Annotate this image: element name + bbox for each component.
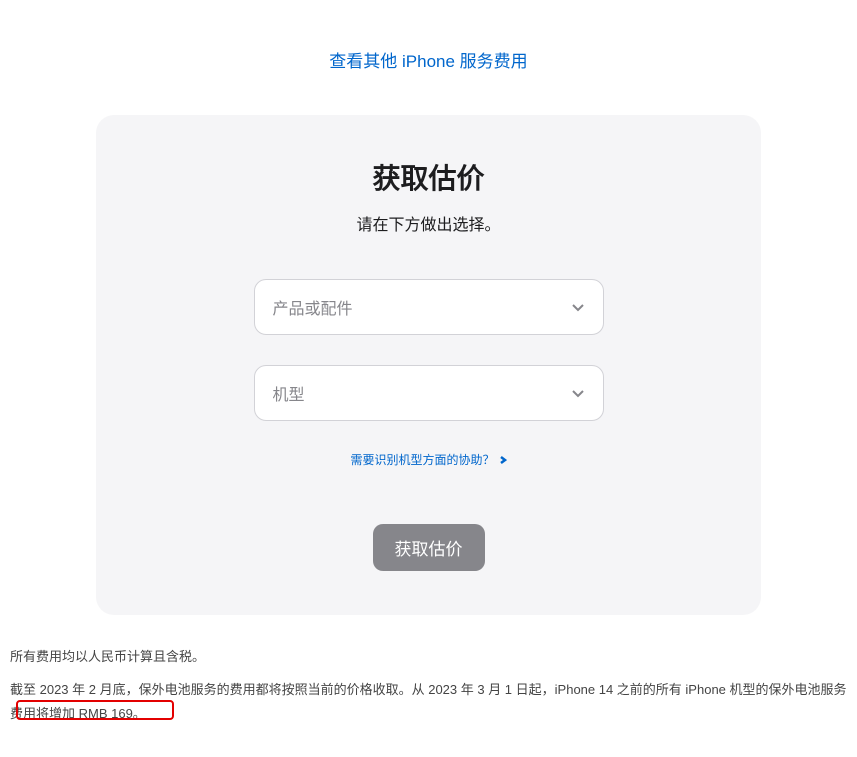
footer-note-2: 截至 2023 年 2 月底，保外电池服务的费用都将按照当前的价格收取。从 20… (0, 678, 857, 727)
model-select-wrap: 机型 (254, 365, 604, 421)
other-services-link[interactable]: 查看其他 iPhone 服务费用 (0, 0, 857, 90)
estimate-card: 获取估价 请在下方做出选择。 产品或配件 机型 需要识别机型方面的协助？ 获取估… (96, 115, 761, 615)
footer-note-2-text: 截至 2023 年 2 月底，保外电池服务的费用都将按照当前的价格收取。从 20… (10, 682, 847, 722)
chevron-down-icon (571, 300, 585, 314)
model-select[interactable]: 机型 (254, 365, 604, 421)
get-estimate-button[interactable]: 获取估价 (373, 524, 485, 571)
chevron-down-icon (571, 386, 585, 400)
product-select-label: 产品或配件 (273, 295, 353, 319)
chevron-right-icon (499, 456, 507, 464)
footer-note-1: 所有费用均以人民币计算且含税。 (0, 645, 857, 670)
model-help-label: 需要识别机型方面的协助？ (350, 451, 494, 468)
product-select[interactable]: 产品或配件 (254, 279, 604, 335)
card-subtitle: 请在下方做出选择。 (146, 211, 711, 235)
model-help-link[interactable]: 需要识别机型方面的协助？ (350, 451, 506, 468)
card-title: 获取估价 (146, 157, 711, 197)
model-select-label: 机型 (273, 381, 305, 405)
product-select-wrap: 产品或配件 (254, 279, 604, 335)
